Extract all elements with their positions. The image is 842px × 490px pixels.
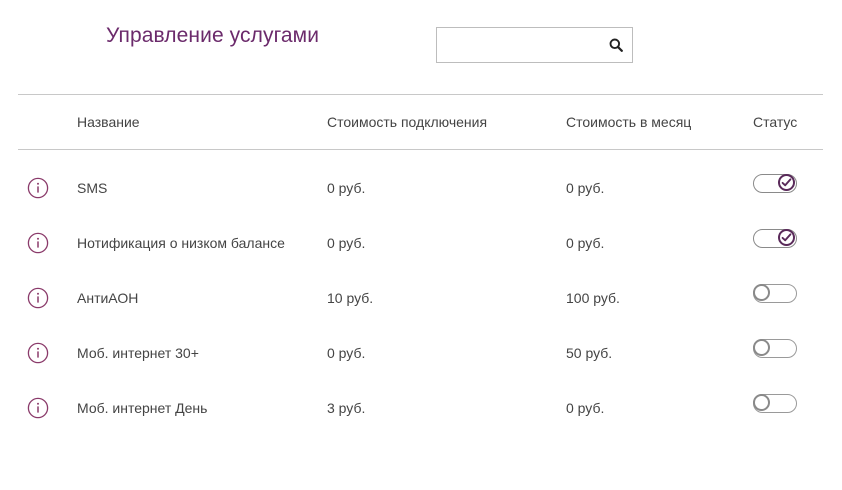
status-toggle[interactable]: [753, 394, 797, 413]
monthly-cost: 100 руб.: [566, 290, 620, 306]
monthly-cost: 0 руб.: [566, 180, 605, 196]
info-icon[interactable]: [27, 232, 49, 254]
search-input[interactable]: [437, 28, 602, 62]
table-row: Нотификация о низком балансе 0 руб. 0 руб.: [0, 229, 842, 289]
toggle-knob: [753, 394, 770, 411]
connection-cost: 3 руб.: [327, 400, 366, 416]
column-header-monthly-cost: Стоимость в месяц: [566, 114, 692, 130]
table-row: SMS 0 руб. 0 руб.: [0, 174, 842, 234]
monthly-cost: 50 руб.: [566, 345, 613, 361]
column-header-name: Название: [77, 114, 140, 130]
toggle-knob: [778, 229, 795, 246]
connection-cost: 0 руб.: [327, 235, 366, 251]
check-icon: [781, 178, 792, 187]
service-name: Моб. интернет 30+: [77, 345, 199, 361]
toggle-knob: [753, 339, 770, 356]
info-icon[interactable]: [27, 342, 49, 364]
status-toggle[interactable]: [753, 284, 797, 303]
table-row: Моб. интернет День 3 руб. 0 руб.: [0, 394, 842, 454]
connection-cost: 0 руб.: [327, 180, 366, 196]
page-title: Управление услугами: [106, 24, 320, 47]
info-icon[interactable]: [27, 397, 49, 419]
column-header-connection-cost: Стоимость подключения: [327, 114, 488, 130]
toggle-knob: [778, 174, 795, 191]
monthly-cost: 0 руб.: [566, 235, 605, 251]
column-header-status: Статус: [753, 114, 798, 130]
table-row: АнтиАОН 10 руб. 100 руб.: [0, 284, 842, 344]
table-row: Моб. интернет 30+ 0 руб. 50 руб.: [0, 339, 842, 399]
service-name: АнтиАОН: [77, 290, 139, 306]
status-toggle[interactable]: [753, 174, 797, 193]
connection-cost: 10 руб.: [327, 290, 374, 306]
service-name: SMS: [77, 180, 108, 196]
search-icon[interactable]: [604, 33, 628, 57]
toggle-knob: [753, 284, 770, 301]
info-icon[interactable]: [27, 177, 49, 199]
connection-cost: 0 руб.: [327, 345, 366, 361]
status-toggle[interactable]: [753, 229, 797, 248]
search-box: [436, 27, 633, 63]
info-icon[interactable]: [27, 287, 49, 309]
table-header-divider: [18, 149, 823, 150]
service-name: Нотификация о низком балансе: [77, 235, 285, 251]
monthly-cost: 0 руб.: [566, 400, 605, 416]
header-divider: [18, 94, 823, 95]
status-toggle[interactable]: [753, 339, 797, 358]
check-icon: [781, 233, 792, 242]
service-name: Моб. интернет День: [77, 400, 208, 416]
